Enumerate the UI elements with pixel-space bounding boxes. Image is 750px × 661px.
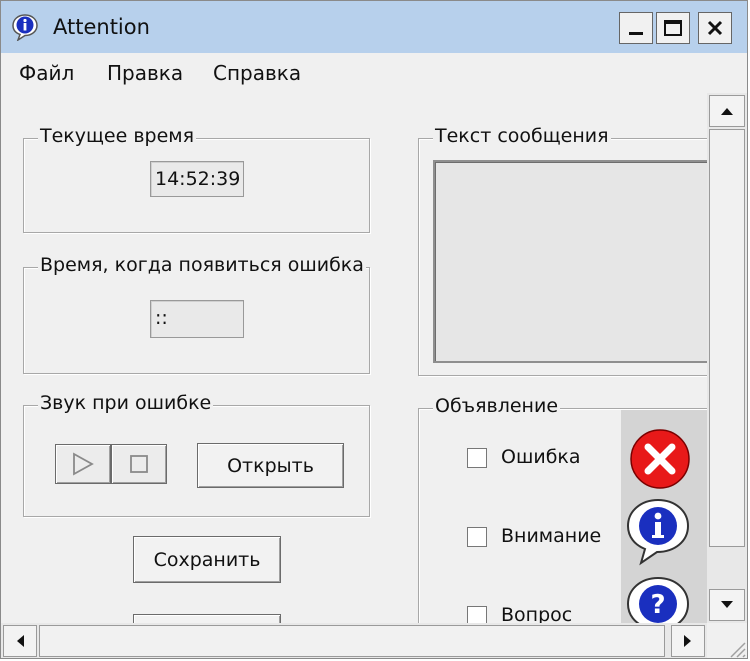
minimize-icon	[629, 32, 643, 35]
message-title: Текст сообщения	[433, 125, 611, 147]
play-icon	[73, 452, 94, 476]
current-time-group: Текущее время 14:52:39	[23, 125, 370, 233]
partial-button[interactable]	[133, 614, 281, 623]
announcement-group: Объявление Ошибка Внимание Вопрос ?	[418, 395, 707, 623]
arrow-right-icon	[684, 635, 691, 647]
scroll-thumb[interactable]	[709, 129, 745, 547]
hscroll-thumb[interactable]	[39, 625, 665, 657]
size-grip[interactable]	[707, 623, 747, 658]
information-icon	[626, 498, 690, 566]
arrow-down-icon	[721, 601, 733, 608]
question-icon: ?	[626, 576, 690, 623]
resize-grip-icon	[730, 642, 746, 658]
label-attention[interactable]: Внимание	[501, 525, 601, 547]
vertical-scrollbar[interactable]	[707, 93, 747, 623]
sound-group: Звук при ошибке Открыть	[23, 392, 370, 517]
save-button[interactable]: Сохранить	[133, 536, 281, 583]
checkbox-attention[interactable]	[467, 527, 487, 547]
current-time-title: Текущее время	[38, 125, 197, 147]
menu-edit[interactable]: Правка	[107, 61, 183, 85]
content-area: Текущее время 14:52:39 Время, когда появ…	[1, 93, 707, 623]
checkbox-error[interactable]	[467, 448, 487, 468]
stop-icon	[130, 455, 148, 473]
error-time-input[interactable]: ::	[150, 300, 244, 338]
menu-file[interactable]: Файл	[19, 61, 74, 85]
error-time-title: Время, когда появиться ошибка	[38, 254, 366, 276]
main-window: Attention Файл Правка Справка Текущее вр…	[0, 0, 748, 659]
maximize-button[interactable]	[656, 12, 690, 44]
message-textarea[interactable]	[433, 160, 707, 363]
close-button[interactable]	[698, 12, 732, 44]
current-time-field: 14:52:39	[150, 161, 244, 197]
svg-text:?: ?	[650, 590, 665, 620]
arrow-up-icon	[721, 108, 733, 115]
label-question[interactable]: Вопрос	[501, 604, 572, 623]
scroll-down-button[interactable]	[709, 589, 745, 621]
scroll-left-button[interactable]	[3, 625, 37, 657]
message-group: Текст сообщения	[418, 125, 707, 376]
play-button[interactable]	[55, 444, 111, 484]
close-icon	[707, 20, 723, 36]
window-title: Attention	[53, 15, 150, 39]
label-error[interactable]: Ошибка	[501, 446, 581, 468]
title-bar[interactable]: Attention	[1, 1, 747, 53]
sound-title: Звук при ошибке	[38, 392, 214, 414]
menu-help[interactable]: Справка	[213, 61, 301, 85]
horizontal-scrollbar[interactable]	[1, 623, 707, 658]
error-time-group: Время, когда появиться ошибка ::	[23, 254, 370, 374]
error-icon	[630, 429, 690, 489]
scroll-up-button[interactable]	[709, 95, 745, 127]
open-button[interactable]: Открыть	[197, 443, 344, 488]
stop-button[interactable]	[111, 444, 167, 484]
info-icon	[12, 14, 38, 41]
scroll-right-button[interactable]	[671, 625, 705, 657]
maximize-icon	[664, 20, 682, 36]
minimize-button[interactable]	[619, 12, 653, 44]
arrow-left-icon	[17, 635, 24, 647]
announcement-title: Объявление	[433, 395, 561, 417]
checkbox-question[interactable]	[467, 606, 487, 623]
menu-bar: Файл Правка Справка	[1, 53, 747, 93]
icon-strip: ?	[621, 410, 707, 623]
